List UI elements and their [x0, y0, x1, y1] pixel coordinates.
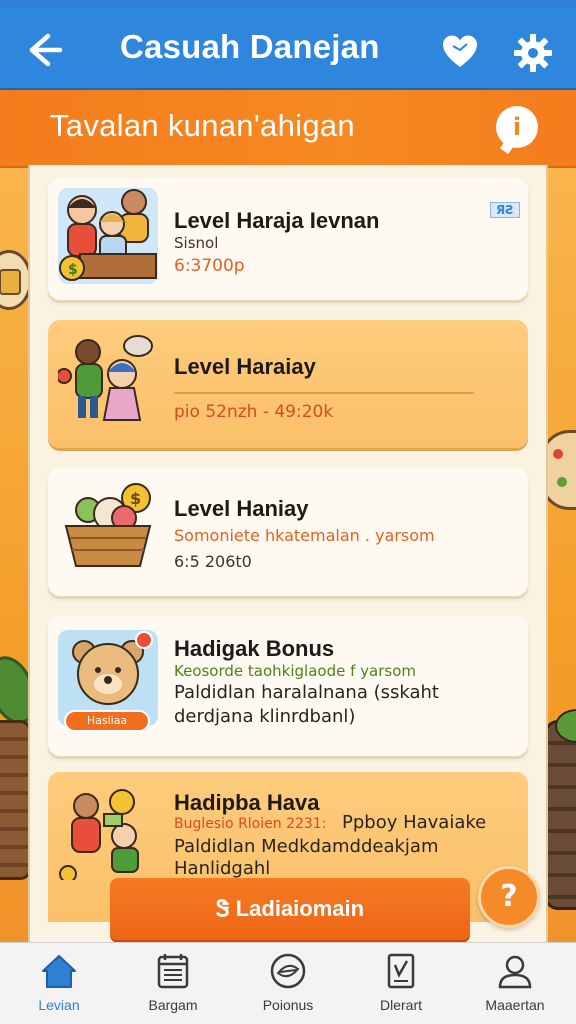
svg-text:$: $ — [68, 262, 78, 278]
leaf-badge-icon — [270, 953, 306, 989]
card-detail: derdjana klinrdbanl) — [174, 706, 356, 727]
card-value: 6:3700p — [174, 256, 245, 276]
card-value: 6:5 206t0 — [174, 552, 252, 571]
user-icon — [498, 955, 532, 989]
card-title: Hadigak Bonus — [174, 636, 335, 661]
card-description: Somoniete hkatemalan . yarsom — [174, 526, 435, 545]
barrel-decoration-icon — [544, 709, 576, 910]
card-subtitle: Sisnol — [174, 234, 219, 252]
card-value: pio 52nzh - 49:20k — [174, 402, 334, 422]
card-description-extra: Ppboy Havaiake — [342, 812, 487, 833]
help-fab-button[interactable]: ? — [478, 866, 540, 928]
calendar-icon — [157, 954, 189, 989]
home-icon — [42, 955, 76, 988]
document-icon — [387, 953, 415, 989]
favorite-button[interactable] — [440, 32, 480, 72]
info-bubble-icon[interactable]: i — [496, 106, 538, 148]
level-card[interactable]: Level Haraiay pio 52nzh - 49:20k — [48, 320, 528, 448]
nav-item-bargam[interactable]: Bargam — [118, 951, 228, 1023]
level-card[interactable]: $ Level Haniay Somoniete hkatemalan . ya… — [48, 468, 528, 596]
bonus-card[interactable]: Hasiiaa Hadigak Bonus Keosorde taohkigla… — [48, 616, 528, 756]
bonus-badge: Hasiiaa — [64, 710, 150, 732]
kids-playing-illustration-icon — [56, 332, 158, 428]
nav-label: Maaertan — [485, 997, 545, 1013]
card-title: Level Haraja Ievnan — [174, 208, 380, 233]
svg-text:$: $ — [130, 489, 141, 508]
nav-label: Bargam — [148, 997, 198, 1013]
app-title: Casuah Danejan — [120, 28, 380, 65]
card-detail: Hanlidgahl — [174, 858, 271, 879]
kids-money-illustration-icon — [58, 784, 158, 883]
card-description: Buglesio Rloien 2231: — [174, 816, 327, 832]
banner-title: Tavalan kunan'ahigan — [50, 108, 355, 143]
nav-item-dlerart[interactable]: Dlerart — [346, 951, 456, 1023]
card-divider — [174, 392, 474, 394]
nav-item-home[interactable]: Levian — [4, 951, 114, 1023]
page-banner: Tavalan kunan'ahigan i — [0, 90, 576, 168]
nav-label: Poionus — [262, 997, 314, 1013]
level-card[interactable]: $ Level Haraja Ievnan Sisnol 6:3700p ЯƧ — [48, 178, 528, 300]
bottom-navigation: Levian Bargam Poionus Dlerart Maaertan — [0, 942, 576, 1024]
card-badge-icon: ЯƧ — [490, 202, 520, 218]
coin-basket-illustration-icon: $ — [58, 480, 158, 576]
nav-label: Levian — [38, 997, 80, 1013]
nav-item-maaertan[interactable]: Maaertan — [460, 951, 570, 1023]
family-illustration-icon: $ — [58, 188, 158, 284]
card-title: Hadipba Hava — [174, 790, 320, 815]
status-bar — [0, 0, 576, 8]
card-description: Keosorde taohkiglaode f yarsom — [174, 662, 416, 680]
app-header: Casuah Danejan — [0, 8, 576, 90]
primary-action-button[interactable]: Ꮥ Ladiaiomain — [110, 878, 470, 940]
settings-button[interactable] — [512, 32, 554, 74]
heart-icon — [443, 35, 477, 67]
card-title: Level Haniay — [174, 496, 309, 521]
arrow-left-icon — [29, 33, 63, 67]
nav-item-poionus[interactable]: Poionus — [233, 951, 343, 1023]
back-button[interactable] — [18, 26, 66, 74]
card-detail: Paldidlan Medkdamddeakjam — [174, 836, 439, 857]
gear-icon — [514, 34, 552, 72]
card-title: Level Haraiay — [174, 354, 316, 379]
card-detail: Paldidlan haralalnana (sskaht — [174, 682, 439, 703]
nav-label: Dlerart — [379, 997, 422, 1013]
